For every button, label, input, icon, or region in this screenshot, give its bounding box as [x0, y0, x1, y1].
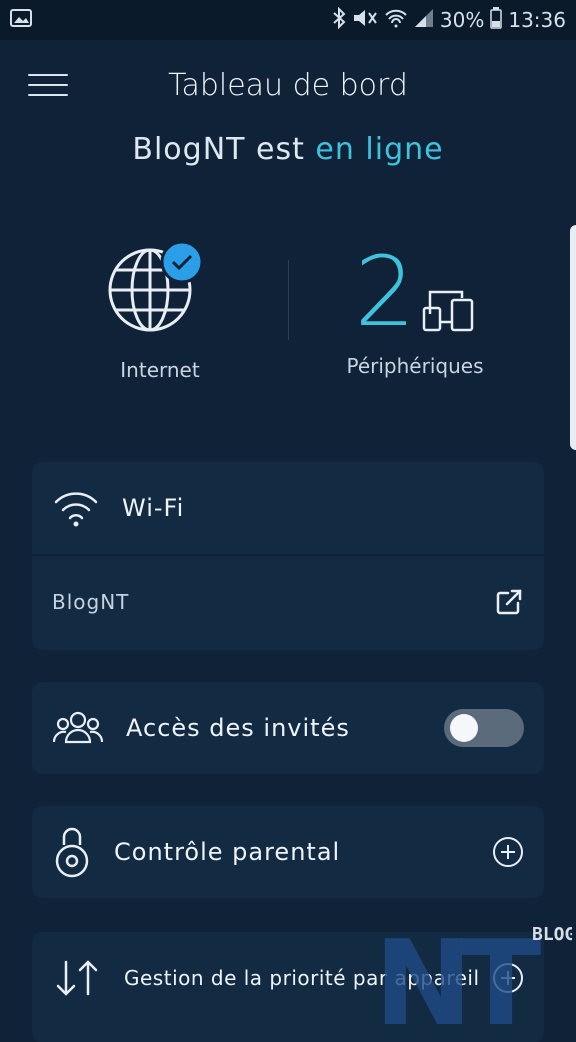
- devices-count: 2: [354, 236, 416, 348]
- sort-arrows-icon: [52, 958, 102, 998]
- cell-signal-icon: [414, 8, 434, 32]
- online-status: en ligne: [315, 132, 444, 167]
- wifi-row[interactable]: Wi-Fi: [32, 462, 544, 556]
- guest-card: Accès des invités: [32, 682, 544, 774]
- guest-toggle[interactable]: [444, 709, 524, 747]
- wifi-network-name: BlogNT: [52, 590, 130, 614]
- blog-watermark: NT BLOG: [372, 914, 575, 1042]
- status-prefix: est: [256, 132, 305, 167]
- lock-icon: [52, 825, 92, 879]
- wifi-icon: [52, 488, 100, 528]
- network-status: BlogNT est en ligne: [0, 132, 576, 167]
- network-name: BlogNT: [132, 132, 246, 167]
- devices-icon: [422, 290, 473, 332]
- edge-panel-handle[interactable]: [570, 225, 576, 450]
- external-link-icon[interactable]: [494, 587, 524, 617]
- devices-label: Périphériques: [346, 354, 484, 378]
- internet-tile[interactable]: Internet: [95, 230, 225, 382]
- battery-percent: 30%: [439, 8, 485, 32]
- tile-divider: [288, 260, 289, 340]
- wifi-signal-icon: [384, 8, 408, 32]
- menu-icon[interactable]: [28, 74, 68, 98]
- watermark-tag: BLOG: [532, 924, 572, 945]
- overview: Internet 2 Périphériques: [0, 230, 576, 410]
- check-badge-icon: [160, 240, 204, 284]
- internet-label: Internet: [120, 358, 200, 382]
- bluetooth-icon: [332, 6, 346, 33]
- guest-label: Accès des invités: [126, 714, 350, 742]
- devices-tile[interactable]: 2 Périphériques: [330, 230, 500, 378]
- wifi-card: Wi-Fi BlogNT: [32, 462, 544, 650]
- image-icon: [10, 8, 32, 32]
- guests-icon: [52, 708, 104, 748]
- status-bar: 30% 13:36: [0, 0, 576, 40]
- toggle-knob: [450, 714, 478, 742]
- plus-icon[interactable]: [492, 836, 524, 868]
- watermark-letters: NT: [374, 914, 541, 1024]
- globe-icon: [108, 240, 204, 332]
- page-title: Tableau de bord: [168, 67, 408, 103]
- battery-icon: [490, 7, 503, 33]
- parental-label: Contrôle parental: [114, 838, 341, 866]
- wifi-title: Wi-Fi: [122, 494, 185, 522]
- parental-card: Contrôle parental: [32, 806, 544, 898]
- wifi-network-row[interactable]: BlogNT: [32, 556, 544, 648]
- clock: 13:36: [508, 8, 566, 32]
- mute-icon: [352, 7, 378, 33]
- parental-row[interactable]: Contrôle parental: [32, 806, 544, 898]
- app-header: Tableau de bord: [0, 60, 576, 110]
- guest-row[interactable]: Accès des invités: [32, 682, 544, 774]
